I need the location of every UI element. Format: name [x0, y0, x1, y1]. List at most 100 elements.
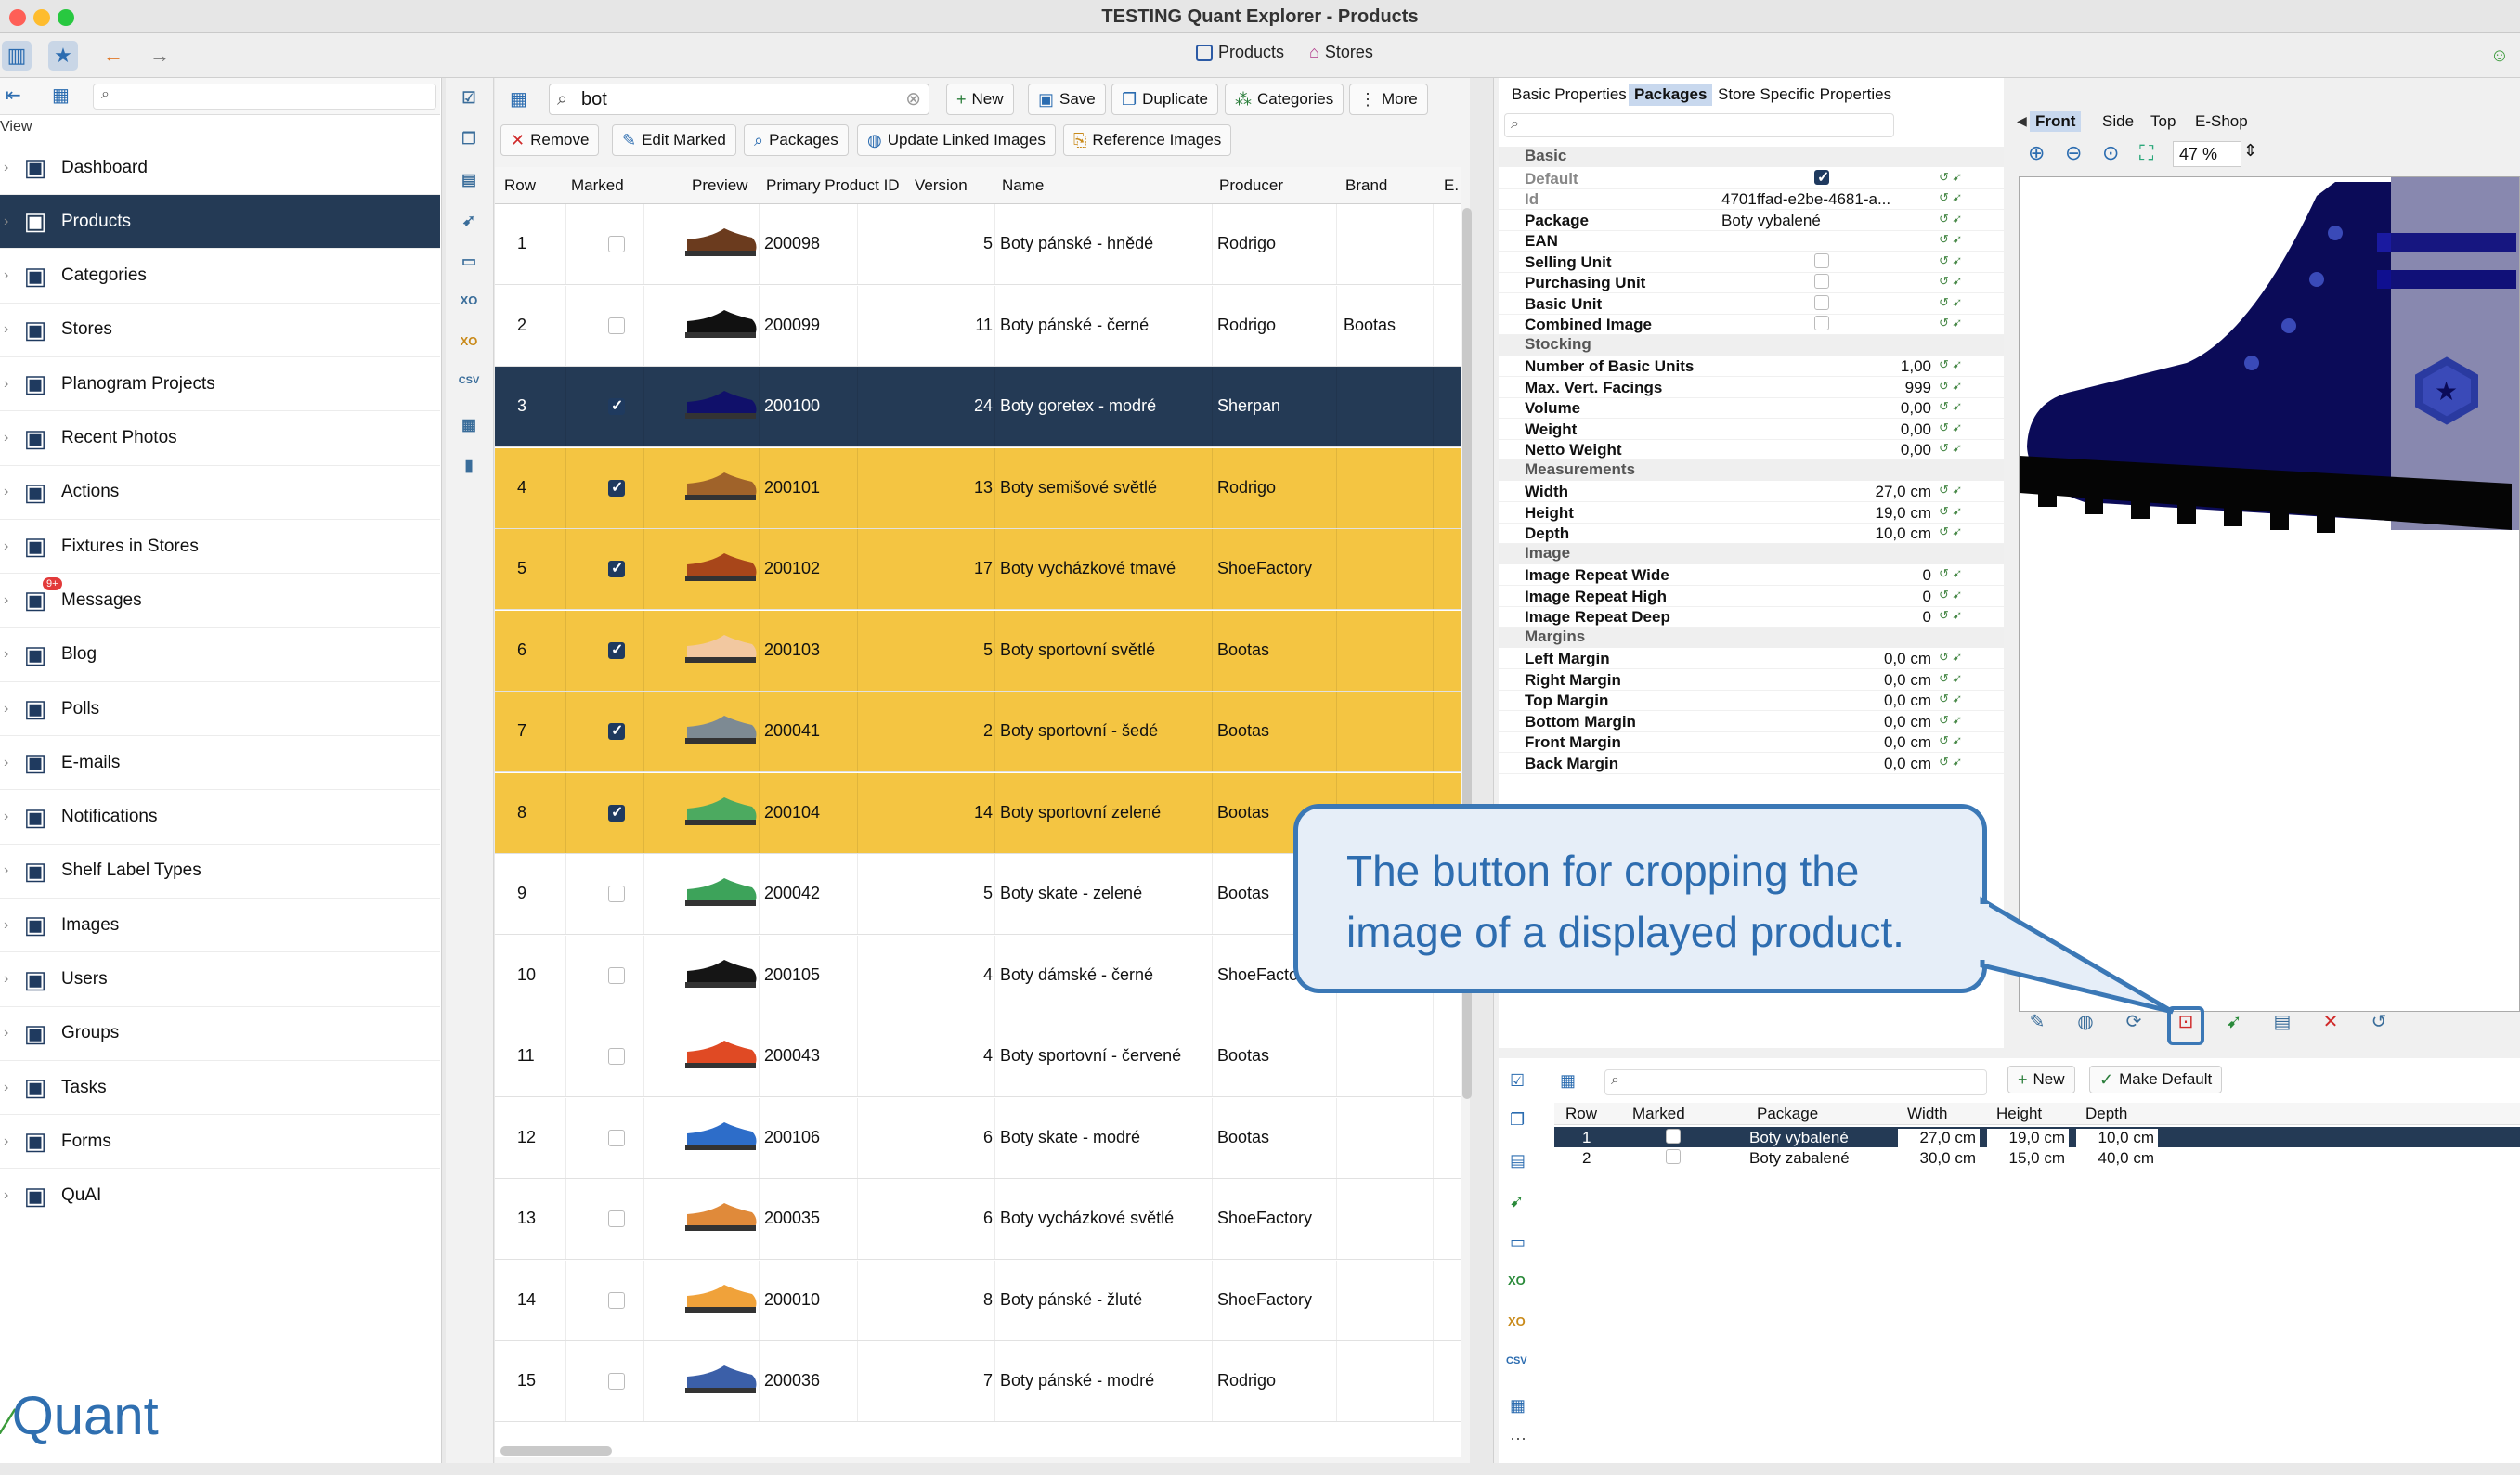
reset-property-icon[interactable]: ↺ ➹: [1939, 650, 1962, 665]
property-row[interactable]: Height 19,0 cm ↺ ➹: [1499, 502, 2004, 524]
reset-property-icon[interactable]: ↺ ➹: [1939, 441, 1962, 456]
sidebar-toggle-icon[interactable]: ▥: [2, 41, 32, 71]
column-header[interactable]: Row: [1565, 1105, 1597, 1123]
reset-property-icon[interactable]: ↺ ➹: [1939, 713, 1962, 728]
grid-settings-icon[interactable]: ▦: [1560, 1071, 1576, 1091]
sidebar-item-recent-photos[interactable]: › ▣ Recent Photos: [0, 412, 440, 466]
property-row[interactable]: Width 27,0 cm ↺ ➹: [1499, 481, 2004, 502]
excel-export-icon[interactable]: XO: [457, 293, 481, 317]
sidebar-item-stores[interactable]: › ▣ Stores: [0, 304, 440, 357]
property-value[interactable]: 0: [1721, 566, 1931, 585]
package-marked-checkbox[interactable]: [1666, 1149, 1681, 1164]
reset-property-icon[interactable]: ↺ ➹: [1939, 399, 1962, 414]
view-options-icon[interactable]: ▦: [52, 84, 70, 107]
property-row[interactable]: Image Repeat High 0 ↺ ➹: [1499, 586, 2004, 607]
csv-icon[interactable]: CSV: [1506, 1355, 1527, 1366]
column-header[interactable]: Package: [1757, 1105, 1818, 1123]
chevron-right-icon[interactable]: ›: [4, 1133, 8, 1150]
marked-checkbox[interactable]: [608, 1048, 625, 1065]
assign-icon[interactable]: ➹: [1510, 1192, 1524, 1211]
property-value[interactable]: 0: [1721, 608, 1931, 627]
sidebar-item-messages[interactable]: › ▣ Messages 9+: [0, 574, 440, 628]
reset-property-icon[interactable]: ↺ ➹: [1939, 274, 1962, 289]
property-value[interactable]: 0: [1721, 588, 1931, 606]
tab-stores[interactable]: ⌂ Stores: [1309, 43, 1373, 62]
sidebar-item-planogram-projects[interactable]: › ▣ Planogram Projects: [0, 357, 440, 412]
zoom-fit-icon[interactable]: ⊙: [2102, 141, 2119, 165]
sidebar-item-shelf-label-types[interactable]: › ▣ Shelf Label Types: [0, 845, 440, 899]
property-row[interactable]: Number of Basic Units 1,00 ↺ ➹: [1499, 356, 2004, 377]
sidebar-search-input[interactable]: ⌕: [93, 84, 436, 110]
make-default-button[interactable]: ✓ Make Default: [2089, 1066, 2223, 1093]
table-row[interactable]: 1 200098 Boty pánské - hnědé Rodrigo 5: [495, 204, 1461, 285]
property-row[interactable]: Right Margin 0,0 cm ↺ ➹: [1499, 669, 2004, 691]
chevron-right-icon[interactable]: ›: [4, 592, 8, 609]
reset-property-icon[interactable]: ↺ ➹: [1939, 316, 1962, 330]
package-marked-checkbox[interactable]: [1666, 1129, 1681, 1144]
chevron-right-icon[interactable]: ›: [4, 1187, 8, 1204]
table-row[interactable]: 15 200036 Boty pánské - modré Rodrigo 7: [495, 1341, 1461, 1422]
reset-property-icon[interactable]: ↺ ➹: [1939, 608, 1962, 623]
edit-marked-button[interactable]: ✎ Edit Marked: [612, 124, 736, 156]
view-tab-e-shop[interactable]: E-Shop: [2189, 111, 2254, 132]
table-row[interactable]: 13 200035 Boty vycházkové světlé ShoeFactor…: [495, 1179, 1461, 1260]
chevron-right-icon[interactable]: ›: [4, 376, 8, 393]
column-header[interactable]: Depth: [2085, 1105, 2127, 1123]
reset-property-icon[interactable]: ↺ ➹: [1939, 253, 1962, 268]
marked-checkbox[interactable]: [608, 966, 625, 984]
select-all-icon[interactable]: ☑: [1510, 1071, 1525, 1091]
property-row[interactable]: Volume 0,00 ↺ ➹: [1499, 397, 2004, 419]
sidebar-item-dashboard[interactable]: › ▣ Dashboard: [0, 141, 440, 195]
copy-image-icon[interactable]: ▤: [2267, 1010, 2297, 1040]
assign-icon[interactable]: ➹: [457, 212, 481, 236]
chevron-right-icon[interactable]: ›: [4, 538, 8, 555]
table-row[interactable]: 3 200100 Boty goretex - modré Sherpan 24: [495, 367, 1461, 447]
marked-checkbox[interactable]: [608, 803, 625, 822]
table-row[interactable]: 4 200101 Boty semišové světlé Rodrigo 13: [495, 447, 1461, 529]
reset-property-icon[interactable]: ↺ ➹: [1939, 295, 1962, 310]
property-row[interactable]: EAN ↺ ➹: [1499, 230, 2004, 252]
property-value[interactable]: 1,00: [1721, 357, 1931, 376]
package-row[interactable]: 1 Boty vybalené 27,0 cm 19,0 cm 10,0 cm: [1554, 1127, 2520, 1147]
table-edit-icon[interactable]: ▦: [1510, 1396, 1526, 1416]
chevron-right-icon[interactable]: ›: [4, 862, 8, 879]
marked-checkbox[interactable]: [608, 1373, 625, 1390]
property-value[interactable]: Boty vybalené: [1721, 212, 1954, 230]
chevron-right-icon[interactable]: ›: [4, 430, 8, 446]
marked-checkbox[interactable]: [608, 317, 625, 334]
section-header-measurements[interactable]: Measurements: [1499, 459, 2004, 481]
reset-property-icon[interactable]: ↺ ➹: [1939, 379, 1962, 394]
reset-property-icon[interactable]: ↺ ➹: [1939, 232, 1962, 247]
packages-button[interactable]: ⌕ Packages: [744, 124, 849, 156]
chevron-right-icon[interactable]: ›: [4, 160, 8, 176]
property-row[interactable]: Max. Vert. Facings 999 ↺ ➹: [1499, 377, 2004, 398]
property-value[interactable]: 19,0 cm: [1721, 504, 1931, 523]
marked-checkbox[interactable]: [608, 1129, 625, 1146]
chevron-right-icon[interactable]: ›: [4, 701, 8, 718]
assign-image-icon[interactable]: ➹: [2219, 1010, 2249, 1040]
column-header[interactable]: Width: [1907, 1105, 1947, 1123]
property-row[interactable]: Combined Image ↺ ➹: [1499, 314, 2004, 335]
zoom-level-input[interactable]: 47 %: [2173, 141, 2241, 167]
sidebar-item-categories[interactable]: › ▣ Categories: [0, 250, 440, 304]
clear-search-icon[interactable]: ⊗: [905, 84, 921, 114]
column-header[interactable]: Brand: [1345, 176, 1387, 195]
zoom-in-icon[interactable]: ⊕: [2028, 141, 2045, 165]
column-header[interactable]: Primary Product ID: [766, 176, 900, 195]
excel-import-icon[interactable]: XO: [1508, 1314, 1526, 1328]
marked-checkbox[interactable]: [608, 721, 625, 740]
reset-property-icon[interactable]: ↺ ➹: [1939, 566, 1962, 581]
forward-arrow-icon[interactable]: →: [145, 41, 175, 71]
property-checkbox[interactable]: [1814, 168, 1829, 187]
view-tab-front[interactable]: Front: [2030, 111, 2082, 132]
reset-property-icon[interactable]: ↺ ➹: [1939, 421, 1962, 435]
property-value[interactable]: 0,0 cm: [1721, 650, 1931, 668]
chart-icon[interactable]: ▮: [457, 457, 481, 481]
section-header-margins[interactable]: Margins: [1499, 627, 2004, 648]
section-header-basic[interactable]: Basic: [1499, 147, 2004, 167]
property-row[interactable]: Basic Unit ↺ ➹: [1499, 293, 2004, 315]
property-checkbox[interactable]: [1814, 252, 1829, 268]
marked-checkbox[interactable]: [608, 886, 625, 902]
sidebar-item-forms[interactable]: › ▣ Forms: [0, 1115, 440, 1170]
chevron-right-icon[interactable]: ›: [4, 917, 8, 934]
